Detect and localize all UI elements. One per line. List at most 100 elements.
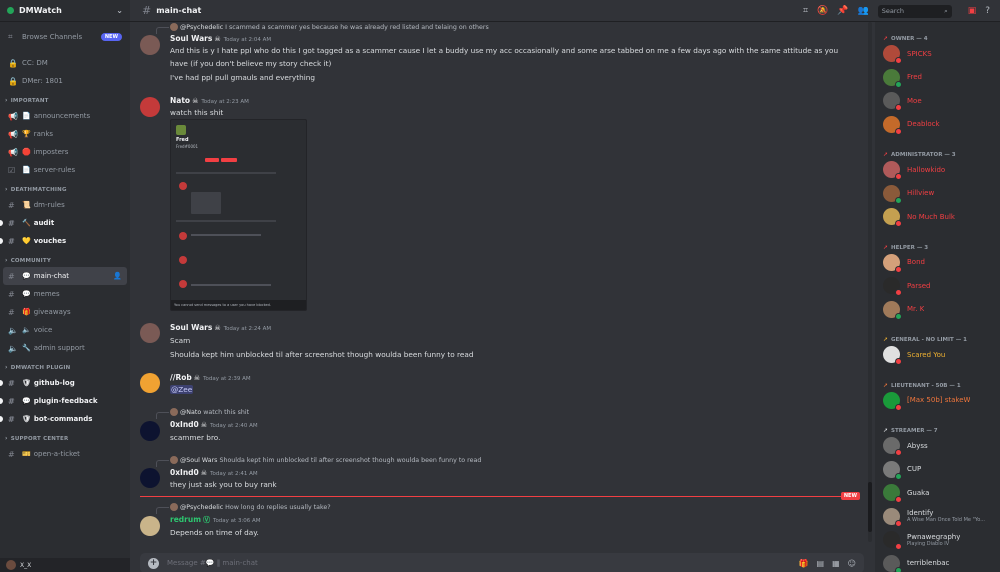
member-name: Deablock [907,120,940,129]
profile-avatar [176,125,186,135]
category-dmwatch-plugin[interactable]: DMWATCH PLUGIN [0,357,130,374]
message-text: scammer bro. [170,433,221,442]
channel-admin-support[interactable]: 🔈 🔧 admin support [3,339,127,357]
scroll-thumb[interactable] [868,482,872,532]
reply-preview[interactable]: @Psychedelic How long do replies usually… [156,503,331,514]
member-item[interactable]: Pwnawegraphy Playing Diablo IV [875,528,1000,552]
channel-ranks[interactable]: 📢 🏆 ranks [3,125,127,143]
channel-imposters[interactable]: 📢 🛑 imposters [3,143,127,161]
chevron-down-icon[interactable]: ⌄ [116,6,123,15]
member-item[interactable]: SPICKS [875,42,1000,66]
discord-icon[interactable] [140,373,160,393]
avatar[interactable] [140,97,160,117]
channel-main-chat[interactable]: # 💬 main-chat 👤 [3,267,127,285]
avatar[interactable] [140,516,160,536]
member-item[interactable]: terriblenbac [875,552,1000,572]
member-name: No Much Bulk [907,212,955,221]
channel-audit[interactable]: # 🔨 audit [0,214,127,232]
member-item[interactable]: No Much Bulk [875,205,1000,229]
unread-indicator [0,220,3,226]
category-support-center[interactable]: SUPPORT CENTER [0,428,130,445]
member-text: Guaka [900,489,929,497]
sticker-icon[interactable]: ▦ [832,559,840,568]
member-item[interactable]: Mr. K [875,298,1000,322]
member-item[interactable]: Bond [875,251,1000,275]
emoji-icon[interactable]: ☺ [848,559,856,568]
channel-cc-dm[interactable]: 🔒 CC: DM [3,54,127,72]
author-name[interactable]: //Rob [170,373,192,382]
channel-voice[interactable]: 🔈 🔈 voice [3,321,127,339]
timestamp: Today at 2:24 AM [223,326,272,332]
avatar[interactable] [140,35,160,55]
member-item[interactable]: Scared You [875,343,1000,367]
author-name[interactable]: 0xInd0 [170,468,199,477]
hash-icon: # [8,449,15,459]
user-panel[interactable]: X_X [0,558,130,572]
message-composer[interactable]: + Message #💬 ‖ main-chat 🎁 ▤ ▦ ☺ [140,553,864,572]
avatar[interactable] [6,560,16,570]
member-item[interactable]: Guaka [875,481,1000,505]
browse-channels[interactable]: ⌗ Browse Channels NEW [3,28,127,46]
channel-server-rules[interactable]: ☑ 📄 server-rules [3,161,127,179]
user-mention[interactable]: @Zee [170,385,194,394]
channel-dm-rules[interactable]: # 📜 dm-rules [3,196,127,214]
author-name[interactable]: redrum [170,515,201,524]
member-item[interactable]: Deablock [875,113,1000,137]
add-user-icon[interactable]: 👤 [113,272,122,280]
message-scrollbar[interactable] [868,22,872,542]
channel-vouches[interactable]: # 💛 vouches [0,232,127,250]
channel-giveaways[interactable]: # 🎁 giveaways [3,303,127,321]
search-input[interactable]: Search ⌕ [877,4,952,18]
channel-open-a-ticket[interactable]: # 🎫 open-a-ticket [3,445,127,463]
channel-bot-commands[interactable]: # 🛡 bot-commands [0,410,127,428]
author-name[interactable]: 0xInd0 [170,420,199,429]
gif-icon[interactable]: ▤ [817,559,825,568]
gift-icon[interactable]: 🎁 [799,559,809,568]
reply-preview[interactable]: @Soul Wars Shoulda kept him unblocked ti… [155,456,481,467]
avatar[interactable] [140,323,160,343]
embed-line [176,172,276,174]
author-name[interactable]: Soul Wars [170,323,212,332]
help-icon[interactable]: ? [985,6,990,16]
threads-icon[interactable]: ⌗ [803,6,808,16]
member-item[interactable]: Hillview [875,182,1000,206]
image-attachment[interactable]: Fred Fred#0001 You cannot send messages … [170,119,307,311]
member-item[interactable]: Hallowkido [875,158,1000,182]
avatar[interactable] [140,421,160,441]
member-item[interactable]: Fred [875,66,1000,90]
member-name: Fred [907,73,922,82]
category-deathmatching[interactable]: DEATHMATCHING [0,179,130,196]
author-name[interactable]: Nato [170,96,190,105]
member-name: Identify [907,509,934,518]
member-item[interactable]: Identify A Wise Man Once Told Me "Yo... [875,505,1000,529]
avatar[interactable] [140,468,160,488]
channel-dmer[interactable]: 🔒 DMer: 1801 [3,72,127,90]
channel-sidebar: DMWatch ⌄ ⌗ Browse Channels NEW 🔒 CC: DM … [0,0,130,572]
member-item[interactable]: CUP [875,458,1000,482]
channel-memes[interactable]: # 💬 memes [3,285,127,303]
channel-github-log[interactable]: # 🛡 github-log [0,374,127,392]
reply-preview[interactable]: @Psychedelic I scammed a scammer yes bec… [156,23,489,34]
channel-announcements[interactable]: 📢 📄 announcements [3,107,127,125]
reply-preview[interactable]: @Nato watch this shit [155,408,249,419]
message-author: Soul Wars ☠ Today at 2:04 AM [170,34,271,43]
member-item[interactable]: Parsed [875,274,1000,298]
embed-line [176,220,276,222]
member-item[interactable]: Abyss [875,434,1000,458]
author-name[interactable]: Soul Wars [170,34,212,43]
channel-plugin-feedback[interactable]: # 💬 plugin-feedback [0,392,127,410]
embed-avatar [179,232,187,240]
mute-bell-icon[interactable]: 🔕 [817,6,828,16]
rules-icon: ☑ [8,165,16,175]
add-attachment-icon[interactable]: + [148,557,159,569]
member-item[interactable]: Moe [875,89,1000,113]
member-list-icon[interactable]: 👥 [857,6,868,16]
member-item[interactable]: [Max 50b] stakeW [875,389,1000,413]
server-header[interactable]: DMWatch ⌄ [0,0,130,22]
category-important[interactable]: IMPORTANT [0,90,130,107]
pin-icon[interactable]: 📌 [837,6,848,16]
inbox-icon[interactable]: ▣ [968,6,977,16]
hash-icon: # [8,378,15,388]
category-community[interactable]: COMMUNITY [0,250,130,267]
channel-emoji: 🛡 [22,415,31,423]
